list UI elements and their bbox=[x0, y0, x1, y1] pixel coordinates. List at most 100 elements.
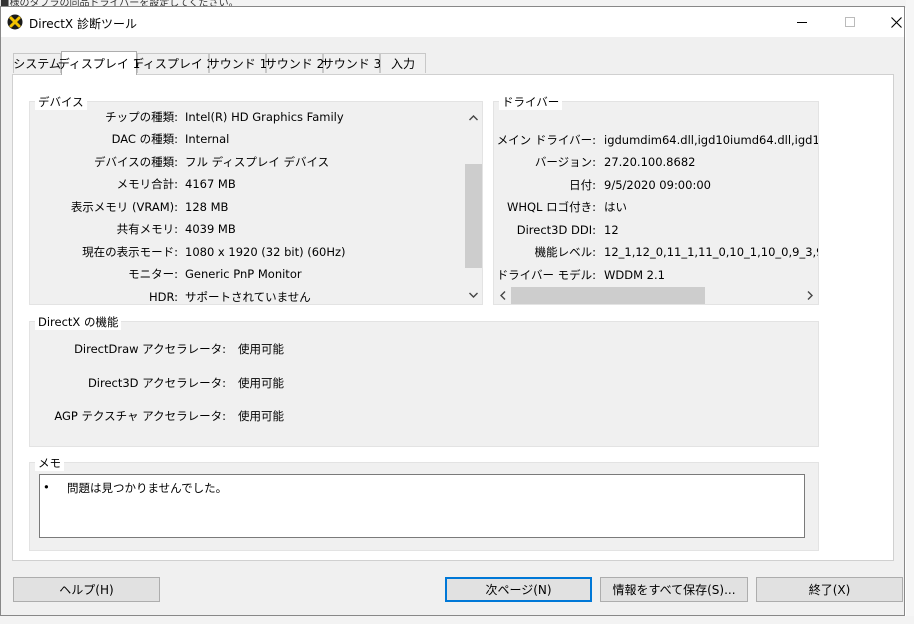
directx-label: DirectDraw アクセラレータ: bbox=[74, 342, 226, 356]
device-label: チップの種類: bbox=[105, 110, 178, 124]
device-vertical-scrollbar[interactable] bbox=[465, 109, 482, 304]
directx-group-title: DirectX の機能 bbox=[35, 314, 122, 330]
tab-label: システム bbox=[13, 57, 61, 71]
maximize-icon bbox=[845, 17, 855, 27]
close-icon bbox=[890, 16, 902, 28]
driver-value[interactable]: はい bbox=[604, 197, 627, 217]
help-button[interactable]: ヘルプ(H) bbox=[13, 577, 160, 602]
next-page-button-label: 次ページ(N) bbox=[485, 583, 552, 597]
device-row: デバイスの種類: フル ディスプレイ デバイス bbox=[30, 152, 464, 172]
tab-label: サウンド 1 bbox=[207, 57, 268, 71]
device-value[interactable]: Intel(R) HD Graphics Family bbox=[185, 107, 344, 127]
directx-diagnostic-window: DirectX 診断ツール システム ディスプレイ 1 ディスプレイ 2 サウン… bbox=[0, 6, 905, 616]
memo-text-box[interactable]: • 問題は見つかりませんでした。 bbox=[39, 474, 805, 538]
directx-value: 使用可能 bbox=[238, 376, 284, 390]
device-row: 現在の表示モード: 1080 x 1920 (32 bit) (60Hz) bbox=[30, 242, 464, 262]
device-label: 表示メモリ (VRAM): bbox=[70, 200, 178, 214]
window-title: DirectX 診断ツール bbox=[29, 17, 137, 31]
tab-display-2[interactable]: ディスプレイ 2 bbox=[132, 53, 214, 73]
next-page-button[interactable]: 次ページ(N) bbox=[445, 577, 592, 602]
driver-value[interactable]: 12_1,12_0,11_1,11_0,10_1,10_0,9_3,9_2,9_… bbox=[604, 242, 818, 262]
scroll-left-arrow-icon[interactable] bbox=[494, 287, 511, 304]
directx-row: DirectDraw アクセラレータ: 使用可能 bbox=[30, 339, 430, 359]
close-button[interactable] bbox=[873, 7, 904, 37]
device-row: モニター: Generic PnP Monitor bbox=[30, 264, 464, 284]
device-row: HDR: サポートされていません bbox=[30, 287, 464, 307]
tab-system[interactable]: システム bbox=[13, 53, 61, 73]
directx-label: AGP テクスチャ アクセラレータ: bbox=[54, 409, 226, 423]
tab-label: 入力 bbox=[390, 57, 415, 71]
driver-scroll-area: メイン ドライバー: igdumdim64.dll,igd10iumd64.dl… bbox=[494, 102, 818, 286]
tab-display-1[interactable]: ディスプレイ 1 bbox=[58, 51, 140, 75]
driver-value[interactable]: 12 bbox=[604, 220, 619, 240]
device-value[interactable]: フル ディスプレイ デバイス bbox=[185, 152, 329, 172]
title-bar: DirectX 診断ツール bbox=[1, 7, 904, 37]
background-bottom-edge bbox=[0, 616, 914, 624]
tab-sound-1[interactable]: サウンド 1 bbox=[207, 53, 268, 73]
maximize-button[interactable] bbox=[827, 7, 873, 37]
driver-value[interactable]: 9/5/2020 09:00:00 bbox=[604, 175, 711, 195]
driver-value[interactable]: igdumdim64.dll,igd10iumd64.dll,igd10iur bbox=[604, 130, 818, 150]
background-right-edge bbox=[906, 0, 914, 624]
directx-app-icon bbox=[7, 14, 23, 30]
driver-group: ドライバー メイン ドライバー: igdumdim64.dll,igd10ium… bbox=[493, 94, 819, 305]
tab-label: ディスプレイ 2 bbox=[131, 57, 215, 71]
save-all-info-button[interactable]: 情報をすべて保存(S)... bbox=[600, 577, 748, 602]
driver-label: WHQL ロゴ付き: bbox=[506, 200, 596, 214]
device-value[interactable]: Generic PnP Monitor bbox=[185, 264, 302, 284]
help-button-label: ヘルプ(H) bbox=[59, 583, 114, 597]
save-all-info-button-label: 情報をすべて保存(S)... bbox=[612, 583, 736, 597]
directx-row: AGP テクスチャ アクセラレータ: 使用可能 bbox=[30, 406, 430, 426]
driver-label: Direct3D DDI: bbox=[516, 223, 596, 237]
memo-bullet: • bbox=[43, 480, 50, 494]
tab-label: サウンド 2 bbox=[264, 57, 325, 71]
device-row: DAC の種類: Internal bbox=[30, 129, 464, 149]
device-row: 表示メモリ (VRAM): 128 MB bbox=[30, 197, 464, 217]
directx-row: Direct3D アクセラレータ: 使用可能 bbox=[30, 373, 430, 393]
exit-button-label: 終了(X) bbox=[808, 583, 851, 597]
directx-features-group: DirectX の機能 DirectDraw アクセラレータ: 使用可能 Dir… bbox=[29, 314, 819, 447]
scroll-down-arrow-icon[interactable] bbox=[465, 286, 482, 303]
tab-sound-2[interactable]: サウンド 2 bbox=[264, 53, 325, 73]
exit-button[interactable]: 終了(X) bbox=[756, 577, 903, 602]
device-label: HDR: bbox=[148, 290, 178, 304]
tab-label: サウンド 3 bbox=[321, 57, 382, 71]
tab-sound-3[interactable]: サウンド 3 bbox=[321, 53, 382, 73]
device-value[interactable]: 128 MB bbox=[185, 197, 228, 217]
scroll-up-arrow-icon[interactable] bbox=[465, 109, 482, 126]
tab-label: ディスプレイ 1 bbox=[57, 57, 141, 71]
memo-group-title: メモ bbox=[35, 455, 64, 471]
device-label: 共有メモリ: bbox=[116, 222, 178, 236]
device-row: 共有メモリ: 4039 MB bbox=[30, 219, 464, 239]
device-label: デバイスの種類: bbox=[93, 155, 178, 169]
directx-value: 使用可能 bbox=[238, 342, 284, 356]
device-value[interactable]: 4039 MB bbox=[185, 219, 236, 239]
device-label: モニター: bbox=[128, 267, 178, 281]
device-label: DAC の種類: bbox=[111, 132, 178, 146]
scrollbar-thumb[interactable] bbox=[465, 164, 482, 268]
device-label: メモリ合計: bbox=[116, 177, 178, 191]
driver-value[interactable]: WDDM 2.1 bbox=[604, 265, 665, 285]
driver-label: ドライバー モデル: bbox=[496, 268, 596, 282]
device-value[interactable]: Internal bbox=[185, 129, 229, 149]
driver-label: 日付: bbox=[569, 178, 596, 192]
tab-input[interactable]: 入力 bbox=[380, 53, 426, 73]
scrollbar-thumb[interactable] bbox=[511, 287, 705, 304]
minimize-button[interactable] bbox=[779, 7, 825, 37]
scroll-right-arrow-icon[interactable] bbox=[801, 287, 818, 304]
driver-label: バージョン: bbox=[534, 155, 596, 169]
minimize-icon bbox=[797, 22, 807, 23]
device-value[interactable]: 1080 x 1920 (32 bit) (60Hz) bbox=[185, 242, 346, 262]
driver-horizontal-scrollbar[interactable] bbox=[494, 287, 818, 304]
driver-value[interactable]: 27.20.100.8682 bbox=[604, 152, 695, 172]
device-row: メモリ合計: 4167 MB bbox=[30, 174, 464, 194]
directx-label: Direct3D アクセラレータ: bbox=[87, 376, 226, 390]
device-value[interactable]: サポートされていません bbox=[185, 287, 311, 307]
driver-label: 機能レベル: bbox=[534, 245, 596, 259]
device-label: 現在の表示モード: bbox=[82, 245, 178, 259]
device-value[interactable]: 4167 MB bbox=[185, 174, 236, 194]
directx-value: 使用可能 bbox=[238, 409, 284, 423]
device-group: デバイス チップの種類: Intel(R) HD Graphics Family… bbox=[29, 94, 483, 307]
driver-label: メイン ドライバー: bbox=[496, 133, 596, 147]
memo-text: 問題は見つかりませんでした。 bbox=[67, 481, 228, 495]
